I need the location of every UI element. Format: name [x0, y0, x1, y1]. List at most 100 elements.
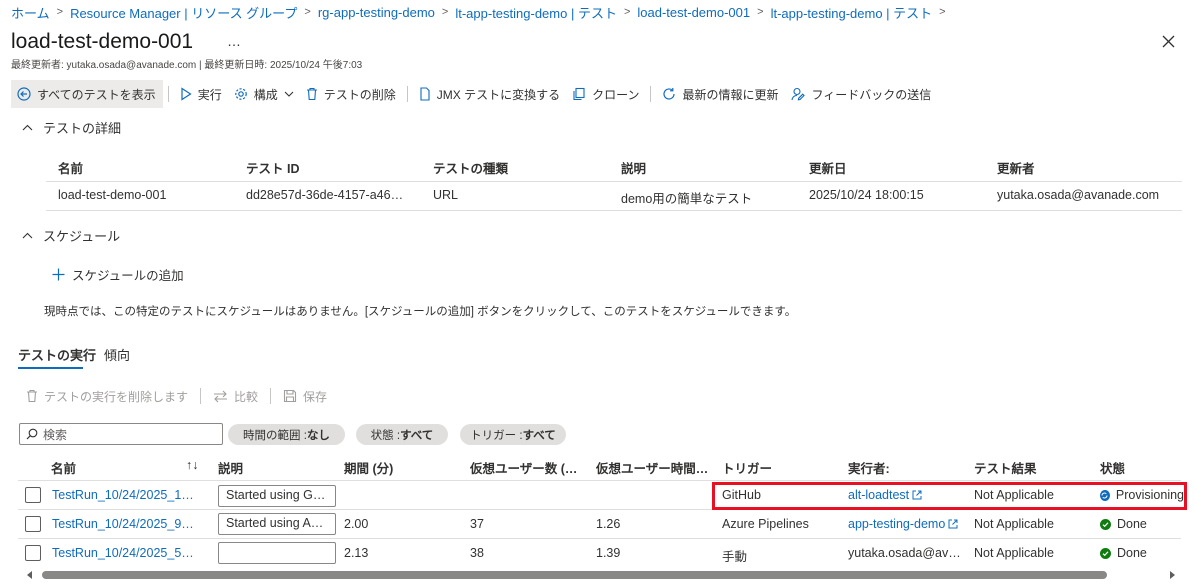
scroll-right-icon[interactable] [1168, 571, 1176, 579]
command-bar: すべてのテストを表示 実行 構成 テストの削除 JMX テストに変換する クロー… [11, 80, 937, 108]
chevron-up-icon [22, 124, 33, 131]
run-button[interactable]: 実行 [174, 80, 228, 108]
chevron-right-icon: > [441, 6, 449, 18]
run-state-label: Done [1117, 517, 1147, 531]
clone-label: クローン [592, 87, 640, 102]
runs-col-duration[interactable]: 期間 (分) [344, 458, 393, 477]
refresh-label: 最新の情報に更新 [682, 87, 779, 102]
run-name-link[interactable]: TestRun_10/24/2025_9… [52, 517, 208, 531]
checkmark-icon [1100, 547, 1111, 559]
breadcrumb-test[interactable]: load-test-demo-001 [637, 5, 750, 20]
state-filter-label: 状態 : [370, 429, 401, 442]
chevron-right-icon: > [757, 6, 764, 18]
run-description-input[interactable] [218, 542, 336, 564]
run-virtual-user-hours: 1.26 [596, 517, 621, 531]
trash-icon [306, 87, 317, 101]
divider [18, 538, 1181, 539]
chevron-down-icon [284, 91, 294, 97]
convert-jmx-button[interactable]: JMX テストに変換する [413, 80, 566, 108]
row-checkbox[interactable] [25, 487, 41, 503]
runs-col-virtual-users[interactable]: 仮想ユーザー数 (… [470, 458, 577, 477]
runs-col-trigger[interactable]: トリガー [722, 458, 772, 477]
feedback-icon [790, 87, 805, 101]
run-runner[interactable]: app-testing-demo [848, 517, 958, 531]
convert-jmx-label: JMX テストに変換する [436, 87, 561, 102]
horizontal-scrollbar[interactable] [26, 570, 1176, 580]
run-description-input[interactable]: Started using G… [218, 485, 336, 507]
toolbar-divider [650, 86, 652, 102]
details-name-value: load-test-demo-001 [58, 188, 167, 202]
run-trigger: 手動 [722, 550, 748, 564]
copy-icon [573, 87, 585, 101]
schedule-title: スケジュール [43, 229, 121, 244]
save-button[interactable]: 保存 [283, 388, 327, 405]
run-name-link[interactable]: TestRun_10/24/2025_1… [52, 488, 208, 502]
feedback-label: フィードバックの送信 [811, 87, 932, 102]
scroll-left-icon[interactable] [26, 571, 34, 579]
page-title: load-test-demo-001 [11, 30, 194, 53]
test-details-header[interactable]: テストの詳細 [22, 118, 121, 137]
last-updated-info: 最終更新者: yutaka.osada@avanade.com | 最終更新日時… [11, 60, 363, 71]
row-checkbox[interactable] [25, 545, 41, 561]
details-updated-by-value: yutaka.osada@avanade.com [997, 188, 1160, 202]
runs-col-virtual-user-hours[interactable]: 仮想ユーザー時間… [596, 458, 708, 477]
configure-button[interactable]: 構成 [228, 80, 300, 108]
delete-runs-label: テストの実行を削除します [44, 389, 189, 404]
delete-test-button[interactable]: テストの削除 [300, 80, 402, 108]
clone-button[interactable]: クローン [566, 80, 645, 108]
toolbar-divider [167, 86, 169, 102]
feedback-button[interactable]: フィードバックの送信 [785, 80, 938, 108]
time-range-filter[interactable]: 時間の範囲 : なし [228, 424, 345, 445]
sort-icon[interactable]: ↑↓ [186, 458, 199, 472]
more-options-button[interactable]: … [227, 33, 242, 49]
time-range-filter-value: なし [306, 429, 330, 442]
run-virtual-users: 37 [470, 517, 484, 531]
state-filter[interactable]: 状態 : すべて [356, 424, 448, 445]
search-input[interactable]: 検索 [19, 423, 223, 445]
scrollbar-thumb[interactable] [42, 571, 1107, 579]
breadcrumb-resource-groups[interactable]: Resource Manager | リソース グループ [70, 3, 297, 22]
schedule-note: 現時点では、この特定のテストにスケジュールはありません。[スケジュールの追加] … [44, 306, 797, 318]
breadcrumb-home[interactable]: ホーム [11, 3, 50, 22]
delete-test-label: テストの削除 [323, 87, 396, 102]
chevron-right-icon: > [304, 6, 311, 18]
document-icon [420, 87, 430, 101]
refresh-button[interactable]: 最新の情報に更新 [656, 80, 784, 108]
run-state: Done [1100, 546, 1147, 560]
runs-col-result[interactable]: テスト結果 [974, 458, 1037, 477]
compare-icon [214, 390, 228, 402]
runs-col-name[interactable]: 名前 [51, 458, 76, 477]
delete-runs-button[interactable]: テストの実行を削除します [26, 388, 188, 405]
runs-col-state[interactable]: 状態 [1100, 458, 1125, 477]
details-col-test-id: テスト ID [246, 162, 300, 176]
run-name-link[interactable]: TestRun_10/24/2025_5… [52, 546, 208, 560]
tab-trends[interactable]: 傾向 [104, 345, 130, 364]
arrow-left-circle-icon [17, 87, 31, 101]
close-button[interactable] [1162, 32, 1175, 53]
run-duration: 2.13 [344, 546, 369, 560]
details-col-updated-date: 更新日 [809, 162, 847, 176]
active-tab-indicator [18, 367, 83, 369]
breadcrumb-tests[interactable]: lt-app-testing-demo | テスト [771, 3, 933, 22]
compare-button[interactable]: 比較 [213, 388, 258, 405]
breadcrumb-resource-group[interactable]: rg-app-testing-demo [318, 5, 435, 20]
chevron-up-icon [22, 232, 33, 239]
state-filter-value: すべて [400, 429, 434, 442]
save-label: 保存 [303, 389, 328, 404]
run-description-input[interactable]: Started using A… [218, 513, 336, 535]
show-all-tests-button[interactable]: すべてのテストを表示 [11, 80, 163, 108]
run-label: 実行 [197, 87, 222, 102]
runs-col-description[interactable]: 説明 [218, 458, 243, 477]
details-description-value: demo用の簡単なテスト [621, 192, 753, 206]
breadcrumb-load-testing[interactable]: lt-app-testing-demo | テスト [455, 3, 617, 22]
runs-col-runner[interactable]: 実行者: [848, 458, 890, 477]
row-checkbox[interactable] [25, 516, 41, 532]
runner-link[interactable]: app-testing-demo [848, 517, 945, 531]
trigger-filter[interactable]: トリガー : すべて [460, 424, 566, 445]
schedule-header[interactable]: スケジュール [22, 226, 120, 245]
compare-label: 比較 [234, 389, 259, 404]
add-schedule-button[interactable]: スケジュールの追加 [52, 265, 184, 284]
divider [18, 480, 1181, 481]
run-virtual-users: 38 [470, 546, 484, 560]
tab-test-runs[interactable]: テストの実行 [18, 345, 96, 364]
